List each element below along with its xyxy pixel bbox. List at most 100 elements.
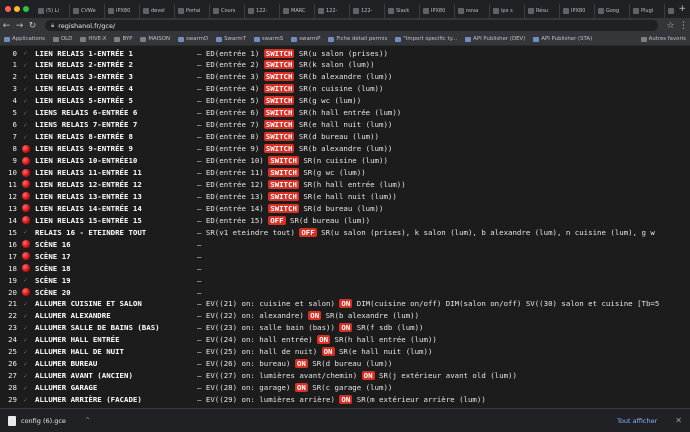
scene-number: 11: [8, 179, 17, 189]
tab[interactable]: 122-: [315, 4, 350, 18]
scene-row[interactable]: 8 LIEN RELAIS 9-ENTRÉE 9 – ED(entrée 9) SW…: [0, 143, 690, 155]
window-controls: [0, 6, 35, 12]
action-tag-badge: SWITCH: [268, 156, 299, 166]
action-tag-badge: SWITCH: [268, 168, 299, 177]
action-text: SR(b alexandre (lum)): [294, 72, 393, 82]
scene-number: 1: [12, 60, 17, 70]
action-text: – EV((29) on: lumières arrière): [197, 395, 340, 405]
bookmark-item[interactable]: Fiche détail permis: [324, 36, 391, 42]
scene-row[interactable]: 9 LIEN RELAIS 10-ENTRÉE10 – ED(entrée 10) …: [0, 155, 690, 167]
bookmark-item[interactable]: BYP: [110, 36, 136, 42]
status-check-icon: ✓: [23, 323, 28, 332]
tab-label: CVWe: [81, 8, 96, 14]
scene-row[interactable]: 29 ✓ ALLUMER ARRIÈRE (FACADE) – EV((29) on:…: [0, 394, 690, 406]
tab[interactable]: Scèn: [665, 4, 674, 18]
minimize-window-icon[interactable]: [14, 6, 20, 12]
scene-row[interactable]: 28 ✓ ALLUMER GARAGE – EV((28) on: garage) O…: [0, 382, 690, 394]
maximize-window-icon[interactable]: [23, 6, 29, 12]
scene-row[interactable]: 10 LIEN RELAIS 11-ENTRÉE 11 – ED(entrée 11…: [0, 167, 690, 179]
scene-row[interactable]: 12 LIEN RELAIS 13-ENTRÉE 13 – ED(entrée 13…: [0, 190, 690, 202]
close-icon[interactable]: ✕: [675, 416, 682, 425]
tab[interactable]: devel: [140, 4, 175, 18]
tab[interactable]: CVWe: [70, 4, 105, 18]
scene-row[interactable]: 13 LIEN RELAIS 14-ENTRÉE 14 – ED(entrée 14…: [0, 202, 690, 214]
tab-label: ipx s: [501, 8, 513, 14]
scene-row[interactable]: 16 SCÈNE 16 –: [0, 238, 690, 250]
scene-name: ALLUMER HALL DE NUIT: [35, 347, 124, 357]
scene-row[interactable]: 27 ✓ ALLUMER AVANT (ANCIEN) – EV((27) on: l…: [0, 370, 690, 382]
scene-row[interactable]: 24 ✓ ALLUMER HALL ENTRÉE – EV((24) on: hall…: [0, 334, 690, 346]
bookmark-other-favorites[interactable]: Autres favoris: [637, 36, 690, 42]
lock-icon: 🔒︎: [51, 21, 55, 29]
tab[interactable]: MARC: [280, 4, 315, 18]
tab[interactable]: ipx s: [490, 4, 525, 18]
bookmark-item[interactable]: HIVE-X: [76, 36, 110, 42]
scene-row[interactable]: 5 ✓ LIENS RELAIS 6-ENTRÉE 6 – ED(entrée 6) …: [0, 107, 690, 119]
scene-row[interactable]: 22 ✓ ALLUMER ALEXANDRE – EV((22) on: alexan…: [0, 310, 690, 322]
action-text: SR(d bureau (lum)): [307, 359, 393, 369]
star-icon[interactable]: ☆: [664, 21, 677, 31]
action-text: SR(h hall entrée (lum)): [294, 108, 402, 118]
scene-row[interactable]: 23 ✓ ALLUMER SALLE DE BAINS (BAS) – EV((23)…: [0, 322, 690, 334]
show-all-downloads-button[interactable]: Tout afficher: [617, 417, 657, 425]
bookmark-item[interactable]: SwarmT: [212, 36, 250, 42]
bookmark-item[interactable]: swarmP: [287, 36, 324, 42]
tab[interactable]: (5) Li: [35, 4, 70, 18]
scene-row[interactable]: 1 ✓ LIEN RELAIS 2-ENTRÉE 2 – ED(entrée 2) S…: [0, 59, 690, 71]
scene-row[interactable]: 0 ✓ LIEN RELAIS 1-ENTRÉE 1 – ED(entrée 1) S…: [0, 47, 690, 59]
bookmark-item[interactable]: Applications: [0, 36, 49, 42]
scene-row[interactable]: 18 SCÈNE 18 –: [0, 262, 690, 274]
reload-icon[interactable]: ↻: [26, 21, 39, 31]
scene-row[interactable]: 19 ✓ SCÈNE 19 –: [0, 274, 690, 286]
scene-row[interactable]: 11 LIEN RELAIS 12-ENTRÉE 12 – ED(entrée 12…: [0, 178, 690, 190]
action-tag-badge: ON: [321, 347, 335, 357]
back-icon[interactable]: ←: [0, 21, 13, 31]
status-red-dot-icon: [21, 252, 30, 261]
tab-label: Goog: [606, 8, 620, 14]
tab[interactable]: 122-: [245, 4, 280, 18]
bookmark-item[interactable]: OLD: [49, 36, 76, 42]
scene-row[interactable]: 7 ✓ LIEN RELAIS 8-ENTRÉE 8 – ED(entrée 8) S…: [0, 131, 690, 143]
bookmark-item[interactable]: API Publisher (DEV): [461, 36, 529, 42]
tab[interactable]: Slack: [385, 4, 420, 18]
tab[interactable]: Plugi: [630, 4, 665, 18]
scene-row[interactable]: 21 ✓ ALLUMER CUISINE ET SALON – EV((21) on:…: [0, 298, 690, 310]
bookmark-item[interactable]: swarmS: [250, 36, 287, 42]
address-bar[interactable]: 🔒︎ regishanol.fr/gce/: [45, 20, 658, 31]
action-text: –: [197, 251, 202, 261]
tab[interactable]: Résu: [525, 4, 560, 18]
scene-actions: – ED(entrée 13) SWITCH SR(e hall nuit (l…: [197, 191, 397, 201]
scene-row[interactable]: 17 SCÈNE 17 –: [0, 250, 690, 262]
scene-row[interactable]: 20 SCÈNE 20 –: [0, 286, 690, 298]
scene-name: LIEN RELAIS 12-ENTRÉE 12: [35, 179, 142, 189]
close-window-icon[interactable]: [5, 6, 11, 12]
tab[interactable]: Portai: [175, 4, 210, 18]
tab[interactable]: Goog: [595, 4, 630, 18]
tab[interactable]: IPX80: [105, 4, 140, 18]
new-tab-icon[interactable]: +: [674, 4, 690, 14]
download-item[interactable]: config (6).gce ^: [8, 415, 90, 426]
scene-name: LIEN RELAIS 3-ENTRÉE 3: [35, 72, 133, 82]
forward-icon[interactable]: →: [13, 21, 26, 31]
menu-icon[interactable]: ⋮: [677, 21, 690, 31]
bookmark-item[interactable]: MAISON: [136, 36, 174, 42]
tab[interactable]: Cours: [210, 4, 245, 18]
bookmark-item[interactable]: API Publisher (STA): [529, 36, 596, 42]
scene-row[interactable]: 2 ✓ LIEN RELAIS 3-ENTRÉE 3 – ED(entrée 3) S…: [0, 71, 690, 83]
bookmark-item[interactable]: swarmD: [174, 36, 212, 42]
scene-row[interactable]: 4 ✓ LIEN RELAIS 5-ENTRÉE 5 – ED(entrée 5) S…: [0, 95, 690, 107]
chevron-up-icon[interactable]: ^: [85, 417, 90, 424]
scene-row[interactable]: 26 ✓ ALLUMER BUREAU – EV((26) on: bureau) O…: [0, 358, 690, 370]
tab[interactable]: IPX80: [420, 4, 455, 18]
bookmark-icon: [395, 36, 402, 42]
tab[interactable]: 122-: [350, 4, 385, 18]
scene-row[interactable]: 15 ✓ RELAIS 16 - ETEINDRE TOUT – SR(v1 etei…: [0, 226, 690, 238]
bookmark-item[interactable]: "Import specific ty...: [391, 36, 461, 42]
scene-row[interactable]: 3 ✓ LIEN RELAIS 4-ENTRÉE 4 – ED(entrée 4) S…: [0, 83, 690, 95]
tab[interactable]: nova: [455, 4, 490, 18]
scene-row[interactable]: 25 ✓ ALLUMER HALL DE NUIT – EV((25) on: hal…: [0, 346, 690, 358]
scene-number: 24: [8, 335, 17, 345]
tab[interactable]: IPX80: [560, 4, 595, 18]
scene-row[interactable]: 14 LIEN RELAIS 15-ENTRÉE 15 – ED(entrée 15…: [0, 214, 690, 226]
scene-row[interactable]: 6 ✓ LIENS RELAIS 7-ENTRÉE 7 – ED(entrée 7) …: [0, 119, 690, 131]
